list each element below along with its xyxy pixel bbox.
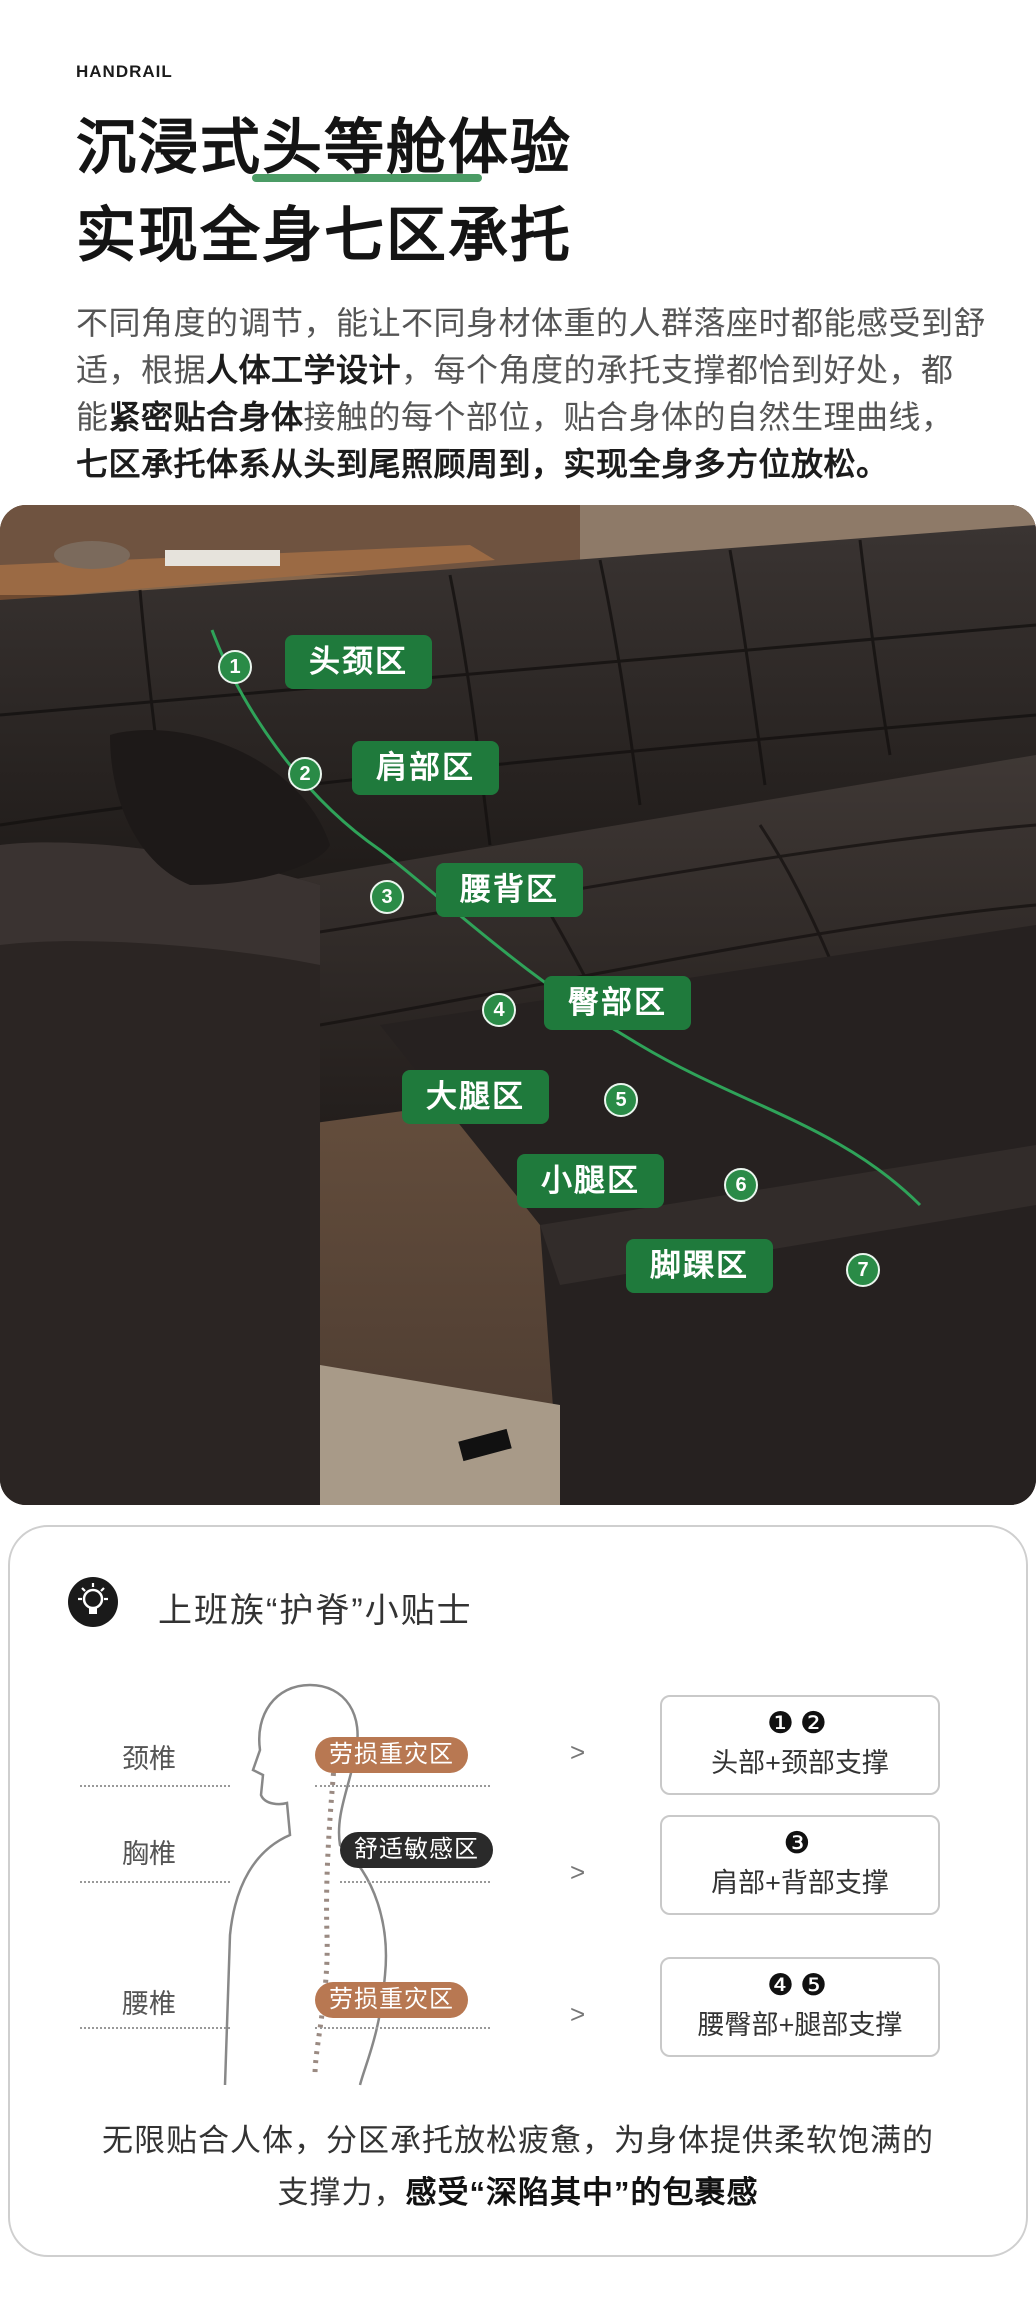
row-3-dotted-line-right xyxy=(315,2027,490,2029)
zone-6-number: 6 xyxy=(724,1168,758,1202)
vertebra-label-thoracic: 胸椎 xyxy=(122,1839,176,1869)
sofa-illustration xyxy=(0,505,1036,1505)
headline-line-1: 沉浸式头等舱体验 xyxy=(76,114,572,181)
zone-4-label: 臀部区 xyxy=(544,976,691,1030)
closing-line-2: 支撑力，感受“深陷其中”的包裹感 xyxy=(10,2167,1026,2212)
headline-line-2: 实现全身七区承托 xyxy=(76,202,572,269)
risk-badge-strain: 劳损重灾区 xyxy=(315,1737,468,1773)
support-text: 肩部+背部支撑 xyxy=(711,1868,889,1898)
zone-7-number: 7 xyxy=(846,1253,880,1287)
zone-5-number: 5 xyxy=(604,1083,638,1117)
sofa-photo: 1 头颈区 2 肩部区 3 腰背区 4 臀部区 5 大腿区 6 小腿区 7 脚踝… xyxy=(0,505,1036,1505)
support-zone-numbers: ❸ xyxy=(783,1827,817,1860)
tips-title: 上班族“护脊”小贴士 xyxy=(158,1592,473,1630)
row-2-dotted-line-right xyxy=(340,1881,490,1883)
zone-7-label: 脚踝区 xyxy=(626,1239,773,1293)
row-3-arrow: > xyxy=(570,1999,586,2029)
zone-2-number: 2 xyxy=(288,757,322,791)
intro-bold-2: 紧密贴合身体 xyxy=(108,399,304,435)
support-text: 头部+颈部支撑 xyxy=(711,1748,889,1778)
support-zone-numbers: ❹❺ xyxy=(767,1969,833,2002)
zone-6-label: 小腿区 xyxy=(517,1154,664,1208)
zone-1-label: 头颈区 xyxy=(285,635,432,689)
intro-text-3: 接触的每个部位，贴合身体的自然生理曲线， xyxy=(303,399,954,435)
row-1-arrow: > xyxy=(570,1737,586,1767)
vertebra-label-lumbar: 腰椎 xyxy=(122,1989,176,2019)
support-zone-numbers: ❶❷ xyxy=(767,1707,833,1740)
zone-4-number: 4 xyxy=(482,993,516,1027)
row-1-dotted-line-left xyxy=(80,1785,230,1787)
closing-line-1: 无限贴合人体，分区承托放松疲惫，为身体提供柔软饱满的 xyxy=(102,2123,934,2158)
support-box-hip-leg: ❹❺ 腰臀部+腿部支撑 xyxy=(660,1957,940,2057)
zone-3-label: 腰背区 xyxy=(436,863,583,917)
zone-2-label: 肩部区 xyxy=(352,741,499,795)
intro-bold-1: 人体工学设计 xyxy=(206,352,402,388)
closing-prefix: 支撑力， xyxy=(277,2175,406,2210)
row-2-dotted-line-left xyxy=(80,1881,230,1883)
row-3-dotted-line-left xyxy=(80,2027,230,2029)
closing-bold: 感受“深陷其中”的包裹感 xyxy=(405,2175,759,2210)
intro-paragraph: 不同角度的调节，能让不同身材体重的人群落座时都能感受到舒适，根据人体工学设计，每… xyxy=(76,300,986,488)
spine-tips-card: 上班族“护脊”小贴士 颈椎 劳损重灾区 > ❶❷ 头部+颈部支撑 胸椎 舒适敏感… xyxy=(8,1525,1028,2257)
lightbulb-icon xyxy=(68,1577,118,1627)
row-1-dotted-line-right xyxy=(315,1785,490,1787)
support-text: 腰臀部+腿部支撑 xyxy=(697,2010,903,2040)
zone-1-number: 1 xyxy=(218,650,252,684)
vertebra-label-cervical: 颈椎 xyxy=(122,1744,176,1774)
risk-badge-comfort: 舒适敏感区 xyxy=(340,1832,493,1868)
risk-badge-strain: 劳损重灾区 xyxy=(315,1982,468,2018)
support-box-shoulder-back: ❸ 肩部+背部支撑 xyxy=(660,1815,940,1915)
brand-logo: HANDRAIL xyxy=(76,62,173,81)
zone-3-number: 3 xyxy=(370,880,404,914)
zone-5-label: 大腿区 xyxy=(402,1070,549,1124)
support-box-head-neck: ❶❷ 头部+颈部支撑 xyxy=(660,1695,940,1795)
row-2-arrow: > xyxy=(570,1857,586,1887)
intro-bold-3: 七区承托体系从头到尾照顾周到，实现全身多方位放松。 xyxy=(76,446,889,482)
